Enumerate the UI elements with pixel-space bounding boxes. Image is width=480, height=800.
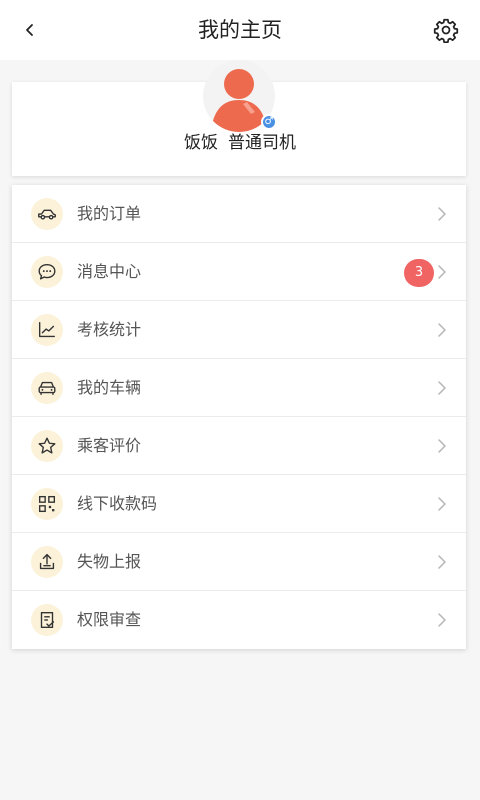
car-icon xyxy=(31,198,63,230)
profile-name: 饭饭 xyxy=(184,133,218,153)
chevron-right-icon xyxy=(438,265,446,279)
vehicle-icon xyxy=(31,372,63,404)
chevron-right-icon xyxy=(438,207,446,221)
menu-item-label: 考核统计 xyxy=(77,320,142,339)
profile-role: 普通司机 xyxy=(228,133,296,153)
qr-code-icon xyxy=(31,488,63,520)
gear-icon xyxy=(433,18,459,43)
star-icon xyxy=(31,430,63,462)
menu-item-orders[interactable]: 我的订单 xyxy=(12,185,466,243)
menu-item-label: 我的车辆 xyxy=(77,378,142,397)
menu-item-label: 我的订单 xyxy=(77,204,142,223)
top-bar: 我的主页 xyxy=(0,0,480,60)
profile-name-line: 饭饭 普通司机 xyxy=(0,128,480,153)
menu-item-label: 权限审查 xyxy=(77,610,142,629)
chart-icon xyxy=(31,314,63,346)
menu-item-label: 乘客评价 xyxy=(77,436,142,455)
chevron-right-icon xyxy=(438,613,446,627)
chevron-right-icon xyxy=(438,323,446,337)
settings-button[interactable] xyxy=(430,14,462,46)
menu-list: 我的订单 消息中心 3 考核统计 我的车辆 乘客评价 线下收款码 失物上报 权限… xyxy=(12,185,466,649)
unread-count-badge: 3 xyxy=(404,259,434,287)
menu-item-reviews[interactable]: 乘客评价 xyxy=(12,417,466,475)
menu-item-messages[interactable]: 消息中心 3 xyxy=(12,243,466,301)
page-title: 我的主页 xyxy=(198,18,282,42)
upload-icon xyxy=(31,546,63,578)
menu-item-label: 失物上报 xyxy=(77,552,142,571)
chevron-right-icon xyxy=(438,439,446,453)
menu-item-payment-code[interactable]: 线下收款码 xyxy=(12,475,466,533)
document-check-icon xyxy=(31,604,63,636)
chat-icon xyxy=(31,256,63,288)
chevron-right-icon xyxy=(438,381,446,395)
chevron-right-icon xyxy=(438,555,446,569)
menu-item-label: 消息中心 xyxy=(77,262,142,281)
chevron-right-icon xyxy=(438,497,446,511)
menu-item-vehicle[interactable]: 我的车辆 xyxy=(12,359,466,417)
menu-item-statistics[interactable]: 考核统计 xyxy=(12,301,466,359)
menu-item-label: 线下收款码 xyxy=(77,494,158,513)
menu-item-permission-review[interactable]: 权限审查 xyxy=(12,591,466,649)
menu-item-lost-found[interactable]: 失物上报 xyxy=(12,533,466,591)
